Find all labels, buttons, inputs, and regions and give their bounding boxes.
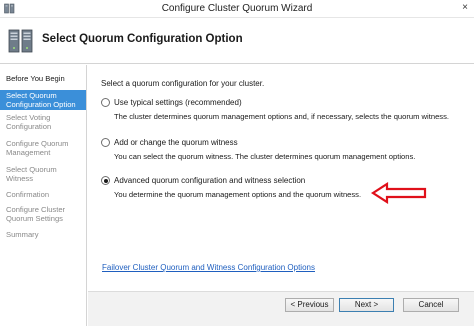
intro-text: Select a quorum configuration for your c… [101, 79, 265, 88]
radio-change-quorum-witness[interactable] [101, 138, 110, 147]
option-label-change-quorum-witness[interactable]: Add or change the quorum witness [114, 138, 238, 147]
option-label-typical-settings[interactable]: Use typical settings (recommended) [114, 98, 242, 107]
sidebar-item-select-quorum-witness[interactable]: Select Quorum Witness [0, 165, 60, 183]
close-icon[interactable]: × [460, 2, 470, 14]
quorum-help-link[interactable]: Failover Cluster Quorum and Witness Conf… [102, 263, 315, 272]
sidebar-item-before-you-begin[interactable]: Before You Begin [0, 74, 86, 83]
wizard-header: Select Quorum Configuration Option [0, 18, 474, 64]
sidebar-item-configure-cluster-quorum-settings[interactable]: Configure Cluster Quorum Settings [0, 205, 70, 223]
page-title: Select Quorum Configuration Option [42, 33, 243, 45]
option-description-change-quorum-witness: You can select the quorum witness. The c… [114, 152, 416, 161]
red-arrow-icon [370, 182, 427, 204]
sidebar-item-configure-quorum-management[interactable]: Configure Quorum Management [0, 139, 70, 157]
sidebar-item-select-voting-configuration[interactable]: Select Voting Configuration [0, 113, 70, 131]
main-content: Select a quorum configuration for your c… [88, 65, 474, 291]
sidebar-item-summary[interactable]: Summary [0, 230, 86, 239]
sidebar-item-select-quorum-configuration-option[interactable]: Select Quorum Configuration Option [0, 90, 86, 110]
cluster-servers-icon [8, 29, 33, 53]
option-description-typical-settings: The cluster determines quorum management… [114, 112, 449, 121]
window-title: Configure Cluster Quorum Wizard [161, 3, 313, 14]
option-description-advanced-quorum-configuration: You determine the quorum management opti… [114, 190, 362, 199]
title-bar: Configure Cluster Quorum Wizard × [0, 0, 474, 18]
cancel-button[interactable]: Cancel [403, 298, 459, 312]
radio-typical-settings[interactable] [101, 98, 110, 107]
next-button[interactable]: Next > [339, 298, 394, 312]
option-label-advanced-quorum-configuration[interactable]: Advanced quorum configuration and witnes… [114, 176, 305, 185]
wizard-footer: < Previous Next > Cancel [88, 291, 474, 326]
wizard-steps-sidebar: Before You Begin Select Quorum Configura… [0, 65, 87, 326]
previous-button[interactable]: < Previous [285, 298, 334, 312]
radio-advanced-quorum-configuration[interactable] [101, 176, 110, 185]
sidebar-item-confirmation[interactable]: Confirmation [0, 190, 86, 199]
